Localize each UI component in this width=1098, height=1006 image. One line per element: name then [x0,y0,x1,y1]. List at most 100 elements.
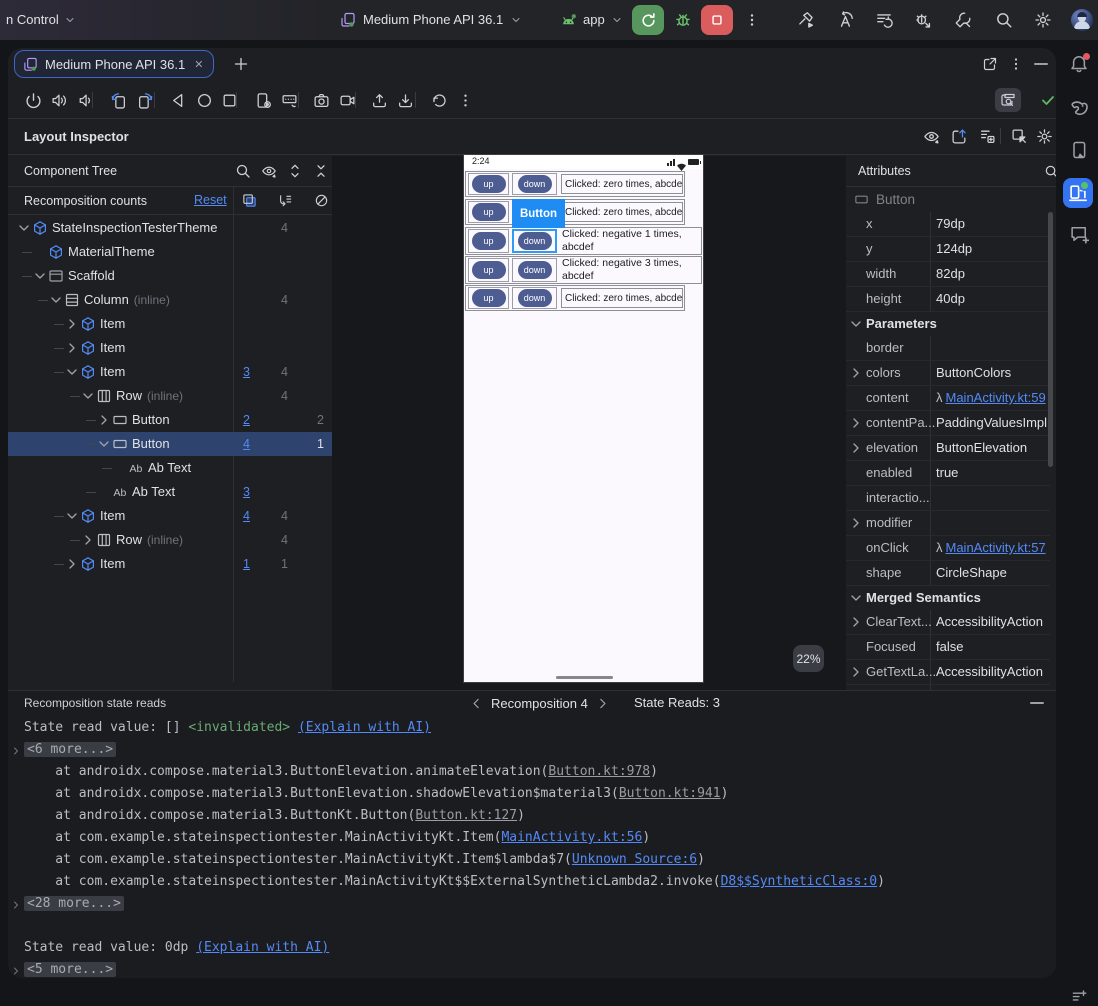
device-selector[interactable]: Medium Phone API 36.1 [340,0,522,40]
settings-button[interactable] [1032,124,1056,148]
attribute-row-enabled[interactable]: enabled true [846,461,1050,486]
volume-up-button[interactable] [47,88,71,112]
hide-panel-button[interactable] [1034,63,1048,65]
apply-code-changes-button[interactable] [872,8,896,32]
attribute-row-height[interactable]: height 40dp [846,287,1050,312]
reset-counts-link[interactable]: Reset [194,187,227,214]
source-link[interactable]: Button.kt:978 [548,764,650,779]
source-link[interactable]: MainActivity.kt:56 [501,830,642,845]
download-button[interactable] [393,88,417,112]
recomposition-count-link[interactable]: 4 [228,504,250,528]
apply-changes-button[interactable] [834,8,858,32]
chevron-right-icon[interactable] [848,415,864,431]
select-component-button[interactable] [1007,124,1031,148]
attribute-row-shape[interactable]: shape CircleShape [846,561,1050,586]
up-button-bounds[interactable]: up [468,258,509,282]
collapsed-frames[interactable]: <5 more...> [24,962,117,977]
rotate-left-button[interactable] [106,88,130,112]
rerun-button[interactable] [632,5,664,35]
tree-node-item[interactable]: Item 3 4 [8,360,332,384]
search-button[interactable] [232,160,254,182]
down-button-bounds[interactable]: down [512,287,557,309]
click-count-field[interactable]: Clicked: zero times, abcdef [561,288,683,308]
tree-node-item[interactable]: Item [8,336,332,360]
expand-chevron-icon[interactable] [48,292,64,308]
project-menu[interactable]: n Control [6,0,76,40]
fold-chevron-icon[interactable] [10,897,24,911]
collapse-all-button[interactable] [310,160,332,182]
expand-chevron-icon[interactable] [64,508,80,524]
source-link[interactable]: Button.kt:941 [619,786,721,801]
attribute-row-elevation[interactable]: elevation ButtonElevation [846,436,1050,461]
expand-chevron-icon[interactable] [96,412,112,428]
layout-inspector-toggle[interactable] [995,88,1021,112]
up-button[interactable]: up [471,232,506,250]
expand-chevron-icon[interactable] [96,436,112,452]
source-link[interactable]: MainActivity.kt:59 [946,390,1046,405]
device-viewport[interactable]: 2:24 up down Clicked: zero times, abcdef up… [332,154,846,690]
chat-button[interactable] [1067,222,1091,246]
back-button[interactable] [166,88,190,112]
up-button-bounds[interactable]: up [468,173,509,195]
up-button[interactable]: up [471,203,506,221]
status-check-button[interactable] [1037,89,1056,111]
collapsed-frames[interactable]: <28 more...> [24,896,124,911]
tree-node-item[interactable]: Item 4 4 [8,504,332,528]
chevron-right-icon[interactable] [596,697,609,710]
running-devices-button[interactable] [1063,178,1093,208]
attribute-row-contentpa[interactable]: contentPa... PaddingValuesImpl [846,411,1050,436]
camera-button[interactable] [309,88,333,112]
recomposition-count-link[interactable]: 1 [228,552,250,576]
export-tree-button[interactable] [975,124,999,148]
tree-node-row[interactable]: Row (inline) 4 [8,528,332,552]
tree-node-item[interactable]: Item 1 1 [8,552,332,576]
attribute-row-focused[interactable]: Focused false [846,635,1050,660]
recomposition-count-link[interactable]: 2 [228,408,250,432]
chevron-right-icon[interactable] [848,515,864,531]
tab-medium-phone[interactable]: Medium Phone API 36.1 ✕ [14,50,215,78]
expand-chevron-icon[interactable] [64,364,80,380]
visibility-button[interactable] [258,160,280,182]
source-link[interactable]: Unknown Source:6 [572,852,697,867]
attribute-row-width[interactable]: width 82dp [846,262,1050,287]
record-screen-button[interactable] [335,88,359,112]
chevron-down-icon[interactable] [848,590,864,606]
down-button-bounds[interactable]: down [512,173,557,195]
recomposition-count-link[interactable]: 3 [228,480,250,504]
export-snapshot-button[interactable] [947,124,971,148]
expand-chevron-icon[interactable] [16,220,32,236]
snapshots-button[interactable] [427,88,451,112]
attribute-row-interactio[interactable]: interactio... [846,486,1050,511]
expand-chevron-icon[interactable] [80,388,96,404]
chevron-right-icon[interactable] [848,614,864,630]
down-button[interactable]: down [517,261,552,279]
upload-button[interactable] [367,88,391,112]
selected-component-row[interactable]: Button [854,187,915,212]
chevron-right-icon[interactable] [848,365,864,381]
home-button[interactable] [192,88,216,112]
tree-node-ab-text[interactable]: Ab Ab Text [8,456,332,480]
open-in-window-button[interactable] [980,54,1000,74]
settings-button[interactable] [1031,8,1055,32]
expand-chevron-icon[interactable] [32,268,48,284]
attribute-row-y[interactable]: y 124dp [846,237,1050,262]
expand-all-button[interactable] [284,160,306,182]
search-button[interactable] [992,8,1016,32]
notifications-button[interactable] [1067,52,1091,76]
click-count-field[interactable]: Clicked: zero times, abcdef [561,174,683,194]
up-button[interactable]: up [471,289,506,307]
tree-node-button[interactable]: Button 2 2 [8,408,332,432]
attribute-row-colors[interactable]: colors ButtonColors [846,361,1050,386]
attribute-row-gettextla[interactable]: GetTextLa... AccessibilityAction [846,660,1050,685]
hide-bottom-panel-button[interactable] [1030,702,1044,704]
tree-node-row[interactable]: Row (inline) 4 [8,384,332,408]
down-button[interactable]: down [517,175,552,193]
down-button[interactable]: down [517,232,552,250]
gradle-button[interactable] [1067,95,1091,119]
more-run-actions-button[interactable] [742,8,762,32]
new-tab-button[interactable] [232,55,250,73]
chevron-left-icon[interactable] [470,697,483,710]
view-options-button[interactable] [919,124,943,148]
source-link[interactable]: D8$$SyntheticClass:0 [721,874,878,889]
attribute-row-x[interactable]: x 79dp [846,212,1050,237]
